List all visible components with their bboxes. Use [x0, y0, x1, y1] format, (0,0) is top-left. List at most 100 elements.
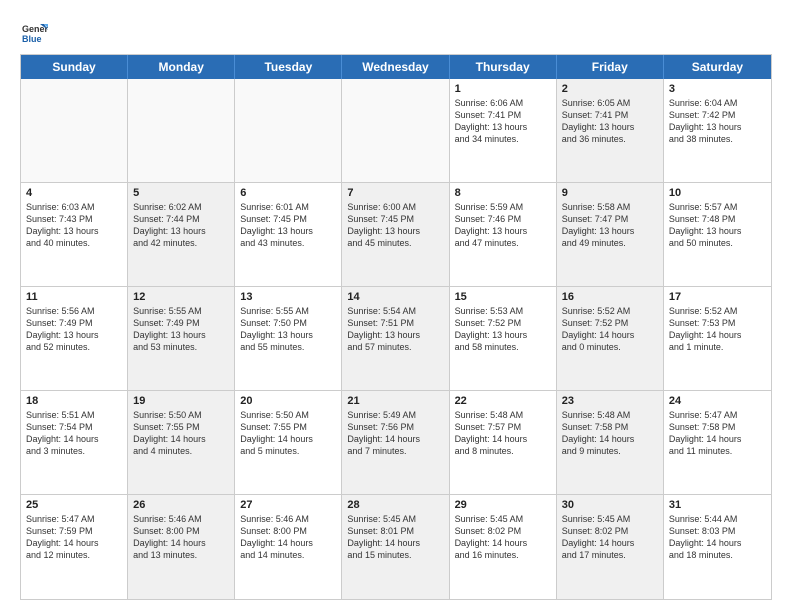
day-number: 5 [133, 187, 229, 199]
cell-info: Sunrise: 5:48 AM Sunset: 7:57 PM Dayligh… [455, 409, 551, 458]
calendar-body: 1Sunrise: 6:06 AM Sunset: 7:41 PM Daylig… [21, 79, 771, 599]
cell-info: Sunrise: 5:51 AM Sunset: 7:54 PM Dayligh… [26, 409, 122, 458]
day-number: 19 [133, 395, 229, 407]
day-number: 3 [669, 83, 766, 95]
cal-cell-empty-0 [21, 79, 128, 182]
cal-cell-empty-1 [128, 79, 235, 182]
cell-info: Sunrise: 6:06 AM Sunset: 7:41 PM Dayligh… [455, 97, 551, 146]
cal-cell-15: 15Sunrise: 5:53 AM Sunset: 7:52 PM Dayli… [450, 287, 557, 390]
cal-cell-3: 3 Sunrise: 6:04 AM Sunset: 7:42 PM Daylig… [664, 79, 771, 182]
cell-info: Sunrise: 5:48 AM Sunset: 7:58 PM Dayligh… [562, 409, 658, 458]
weekday-header-saturday: Saturday [664, 55, 771, 79]
cal-cell-20: 20 Sunrise: 5:50 AM Sunset: 7:55 PM Dayli… [235, 391, 342, 494]
day-number: 26 [133, 499, 229, 511]
weekday-header-tuesday: Tuesday [235, 55, 342, 79]
cell-info: Sunrise: 5:46 AM Sunset: 8:00 PM Dayligh… [133, 513, 229, 562]
cell-info: Sunrise: 5:47 AM Sunset: 7:58 PM Dayligh… [669, 409, 766, 458]
day-number: 22 [455, 395, 551, 407]
cal-cell-7: 7 Sunrise: 6:00 AM Sunset: 7:45 PM Daylig… [342, 183, 449, 286]
cal-cell-22: 22 Sunrise: 5:48 AM Sunset: 7:57 PM Dayli… [450, 391, 557, 494]
day-number: 30 [562, 499, 658, 511]
cell-info: Sunrise: 6:03 AM Sunset: 7:43 PM Dayligh… [26, 201, 122, 250]
cal-cell-24: 24 Sunrise: 5:47 AM Sunset: 7:58 PM Dayli… [664, 391, 771, 494]
cell-info: Sunrise: 5:59 AM Sunset: 7:46 PM Dayligh… [455, 201, 551, 250]
cell-info: Sunrise: 6:00 AM Sunset: 7:45 PM Dayligh… [347, 201, 443, 250]
cell-info: Sunrise: 5:52 AM Sunset: 7:53 PM Dayligh… [669, 305, 766, 354]
cell-info: Sunrise: 5:46 AM Sunset: 8:00 PM Dayligh… [240, 513, 336, 562]
day-number: 11 [26, 291, 122, 303]
cal-cell-30: 30Sunrise: 5:45 AM Sunset: 8:02 PM Dayli… [557, 495, 664, 599]
cal-cell-11: 11 Sunrise: 5:56 AM Sunset: 7:49 PM Dayli… [21, 287, 128, 390]
day-number: 27 [240, 499, 336, 511]
day-number: 14 [347, 291, 443, 303]
weekday-header-friday: Friday [557, 55, 664, 79]
day-number: 28 [347, 499, 443, 511]
cell-info: Sunrise: 5:45 AM Sunset: 8:02 PM Dayligh… [455, 513, 551, 562]
cell-info: Sunrise: 5:57 AM Sunset: 7:48 PM Dayligh… [669, 201, 766, 250]
cell-info: Sunrise: 5:45 AM Sunset: 8:01 PM Dayligh… [347, 513, 443, 562]
cal-cell-empty-3 [342, 79, 449, 182]
cal-cell-2: 2 Sunrise: 6:05 AM Sunset: 7:41 PM Daylig… [557, 79, 664, 182]
calendar-row-3: 11 Sunrise: 5:56 AM Sunset: 7:49 PM Dayli… [21, 287, 771, 391]
day-number: 23 [562, 395, 658, 407]
cell-info: Sunrise: 6:04 AM Sunset: 7:42 PM Dayligh… [669, 97, 766, 146]
cal-cell-27: 27 Sunrise: 5:46 AM Sunset: 8:00 PM Dayli… [235, 495, 342, 599]
day-number: 31 [669, 499, 766, 511]
cell-info: Sunrise: 5:50 AM Sunset: 7:55 PM Dayligh… [240, 409, 336, 458]
day-number: 13 [240, 291, 336, 303]
weekday-header-wednesday: Wednesday [342, 55, 449, 79]
day-number: 17 [669, 291, 766, 303]
cell-info: Sunrise: 5:56 AM Sunset: 7:49 PM Dayligh… [26, 305, 122, 354]
cell-info: Sunrise: 5:47 AM Sunset: 7:59 PM Dayligh… [26, 513, 122, 562]
day-number: 12 [133, 291, 229, 303]
cal-cell-21: 21Sunrise: 5:49 AM Sunset: 7:56 PM Dayli… [342, 391, 449, 494]
cal-cell-31: 31 Sunrise: 5:44 AM Sunset: 8:03 PM Dayli… [664, 495, 771, 599]
day-number: 20 [240, 395, 336, 407]
cal-cell-28: 28 Sunrise: 5:45 AM Sunset: 8:01 PM Dayli… [342, 495, 449, 599]
calendar: SundayMondayTuesdayWednesdayThursdayFrid… [20, 54, 772, 600]
calendar-header: SundayMondayTuesdayWednesdayThursdayFrid… [21, 55, 771, 79]
cal-cell-4: 4 Sunrise: 6:03 AM Sunset: 7:43 PM Daylig… [21, 183, 128, 286]
page: General Blue SundayMondayTuesdayWednesda… [0, 0, 792, 612]
cal-cell-16: 16 Sunrise: 5:52 AM Sunset: 7:52 PM Dayli… [557, 287, 664, 390]
cell-info: Sunrise: 5:52 AM Sunset: 7:52 PM Dayligh… [562, 305, 658, 354]
cal-cell-14: 14 Sunrise: 5:54 AM Sunset: 7:51 PM Dayli… [342, 287, 449, 390]
cal-cell-10: 10 Sunrise: 5:57 AM Sunset: 7:48 PM Dayli… [664, 183, 771, 286]
cell-info: Sunrise: 5:44 AM Sunset: 8:03 PM Dayligh… [669, 513, 766, 562]
cell-info: Sunrise: 5:58 AM Sunset: 7:47 PM Dayligh… [562, 201, 658, 250]
day-number: 6 [240, 187, 336, 199]
cal-cell-5: 5Sunrise: 6:02 AM Sunset: 7:44 PM Daylig… [128, 183, 235, 286]
logo: General Blue [20, 18, 52, 46]
cell-info: Sunrise: 6:05 AM Sunset: 7:41 PM Dayligh… [562, 97, 658, 146]
cell-info: Sunrise: 5:50 AM Sunset: 7:55 PM Dayligh… [133, 409, 229, 458]
cell-info: Sunrise: 5:54 AM Sunset: 7:51 PM Dayligh… [347, 305, 443, 354]
day-number: 10 [669, 187, 766, 199]
svg-text:Blue: Blue [22, 34, 42, 44]
cal-cell-29: 29 Sunrise: 5:45 AM Sunset: 8:02 PM Dayli… [450, 495, 557, 599]
calendar-row-4: 18 Sunrise: 5:51 AM Sunset: 7:54 PM Dayli… [21, 391, 771, 495]
cell-info: Sunrise: 6:01 AM Sunset: 7:45 PM Dayligh… [240, 201, 336, 250]
weekday-header-monday: Monday [128, 55, 235, 79]
cal-cell-13: 13 Sunrise: 5:55 AM Sunset: 7:50 PM Dayli… [235, 287, 342, 390]
day-number: 4 [26, 187, 122, 199]
day-number: 18 [26, 395, 122, 407]
cal-cell-9: 9Sunrise: 5:58 AM Sunset: 7:47 PM Daylig… [557, 183, 664, 286]
day-number: 16 [562, 291, 658, 303]
day-number: 8 [455, 187, 551, 199]
calendar-row-5: 25Sunrise: 5:47 AM Sunset: 7:59 PM Dayli… [21, 495, 771, 599]
cal-cell-26: 26 Sunrise: 5:46 AM Sunset: 8:00 PM Dayli… [128, 495, 235, 599]
cal-cell-1: 1Sunrise: 6:06 AM Sunset: 7:41 PM Daylig… [450, 79, 557, 182]
day-number: 7 [347, 187, 443, 199]
day-number: 29 [455, 499, 551, 511]
cal-cell-25: 25Sunrise: 5:47 AM Sunset: 7:59 PM Dayli… [21, 495, 128, 599]
cal-cell-12: 12Sunrise: 5:55 AM Sunset: 7:49 PM Dayli… [128, 287, 235, 390]
calendar-row-1: 1Sunrise: 6:06 AM Sunset: 7:41 PM Daylig… [21, 79, 771, 183]
day-number: 2 [562, 83, 658, 95]
cal-cell-17: 17 Sunrise: 5:52 AM Sunset: 7:53 PM Dayli… [664, 287, 771, 390]
cal-cell-8: 8 Sunrise: 5:59 AM Sunset: 7:46 PM Daylig… [450, 183, 557, 286]
cell-info: Sunrise: 5:53 AM Sunset: 7:52 PM Dayligh… [455, 305, 551, 354]
cal-cell-19: 19 Sunrise: 5:50 AM Sunset: 7:55 PM Dayli… [128, 391, 235, 494]
day-number: 24 [669, 395, 766, 407]
cell-info: Sunrise: 5:55 AM Sunset: 7:50 PM Dayligh… [240, 305, 336, 354]
weekday-header-thursday: Thursday [450, 55, 557, 79]
